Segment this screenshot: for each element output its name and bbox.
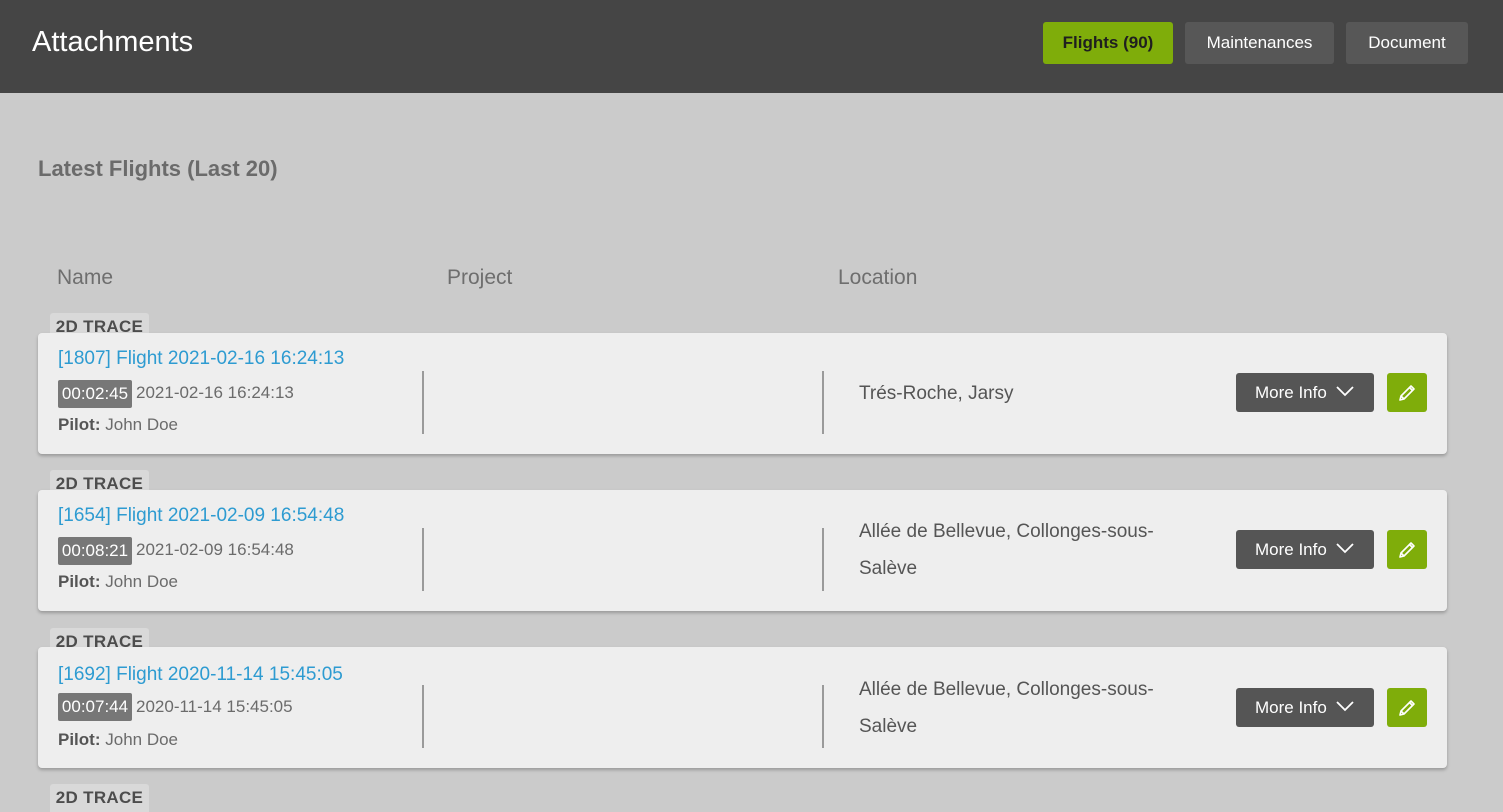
- pencil-icon: [1399, 542, 1415, 558]
- flight-location: Trés-Roche, Jarsy: [859, 383, 1014, 404]
- duration-badge: 00:02:45: [58, 380, 132, 408]
- pilot-name: John Doe: [105, 730, 179, 749]
- tab-flights[interactable]: Flights (90): [1043, 22, 1173, 64]
- more-info-button[interactable]: More Info: [1236, 373, 1374, 412]
- pilot-name: John Doe: [105, 572, 179, 591]
- pencil-icon: [1399, 700, 1415, 716]
- tab-maintenances[interactable]: Maintenances: [1185, 22, 1334, 64]
- duration-badge: 00:07:44: [58, 693, 132, 721]
- pilot-info: Pilot: John Doe: [58, 730, 178, 750]
- column-divider: [822, 371, 824, 434]
- duration-badge: 00:08:21: [58, 537, 132, 565]
- flight-location: Allée de Bellevue, Collonges-sous-Salève: [859, 679, 1154, 737]
- flight-location: Allée de Bellevue, Collonges-sous-Salève: [859, 521, 1154, 579]
- column-divider: [422, 685, 424, 748]
- pencil-icon: [1399, 385, 1415, 401]
- more-info-label: More Info: [1255, 540, 1327, 559]
- pilot-info: Pilot: John Doe: [58, 572, 178, 592]
- column-divider: [822, 528, 824, 591]
- top-bar: Attachments Flights (90) Maintenances Do…: [0, 0, 1503, 93]
- flight-card: [1692] Flight 2020-11-14 15:45:05 00:07:…: [38, 647, 1447, 768]
- more-info-button[interactable]: More Info: [1236, 688, 1374, 727]
- pilot-name: John Doe: [105, 415, 179, 434]
- more-info-label: More Info: [1255, 698, 1327, 717]
- chevron-down-icon: [1336, 543, 1354, 554]
- flight-datetime: 2020-11-14 15:45:05: [136, 697, 293, 716]
- flight-title-link[interactable]: [1692] Flight 2020-11-14 15:45:05: [58, 664, 343, 686]
- trace-tag: 2D TRACE: [50, 784, 149, 812]
- column-header-location: Location: [838, 266, 918, 289]
- flight-title-link[interactable]: [1807] Flight 2021-02-16 16:24:13: [58, 348, 344, 370]
- column-divider: [422, 528, 424, 591]
- flight-card: [1807] Flight 2021-02-16 16:24:13 00:02:…: [38, 333, 1447, 454]
- more-info-label: More Info: [1255, 383, 1327, 402]
- edit-button[interactable]: [1387, 688, 1427, 727]
- flight-card: [1654] Flight 2021-02-09 16:54:48 00:08:…: [38, 490, 1447, 611]
- column-divider: [422, 371, 424, 434]
- pilot-label: Pilot:: [58, 730, 101, 749]
- column-header-project: Project: [447, 266, 513, 289]
- pilot-info: Pilot: John Doe: [58, 415, 178, 435]
- pilot-label: Pilot:: [58, 572, 101, 591]
- edit-button[interactable]: [1387, 373, 1427, 412]
- tab-document[interactable]: Document: [1346, 22, 1468, 64]
- flight-datetime: 2021-02-09 16:54:48: [136, 540, 294, 559]
- edit-button[interactable]: [1387, 530, 1427, 569]
- flight-datetime: 2021-02-16 16:24:13: [136, 383, 294, 402]
- chevron-down-icon: [1336, 386, 1354, 397]
- flight-title-link[interactable]: [1654] Flight 2021-02-09 16:54:48: [58, 505, 344, 527]
- more-info-button[interactable]: More Info: [1236, 530, 1374, 569]
- section-title: Latest Flights (Last 20): [38, 156, 278, 181]
- pilot-label: Pilot:: [58, 415, 101, 434]
- column-header-name: Name: [57, 266, 114, 289]
- chevron-down-icon: [1336, 701, 1354, 712]
- page-title: Attachments: [32, 26, 194, 58]
- column-divider: [822, 685, 824, 748]
